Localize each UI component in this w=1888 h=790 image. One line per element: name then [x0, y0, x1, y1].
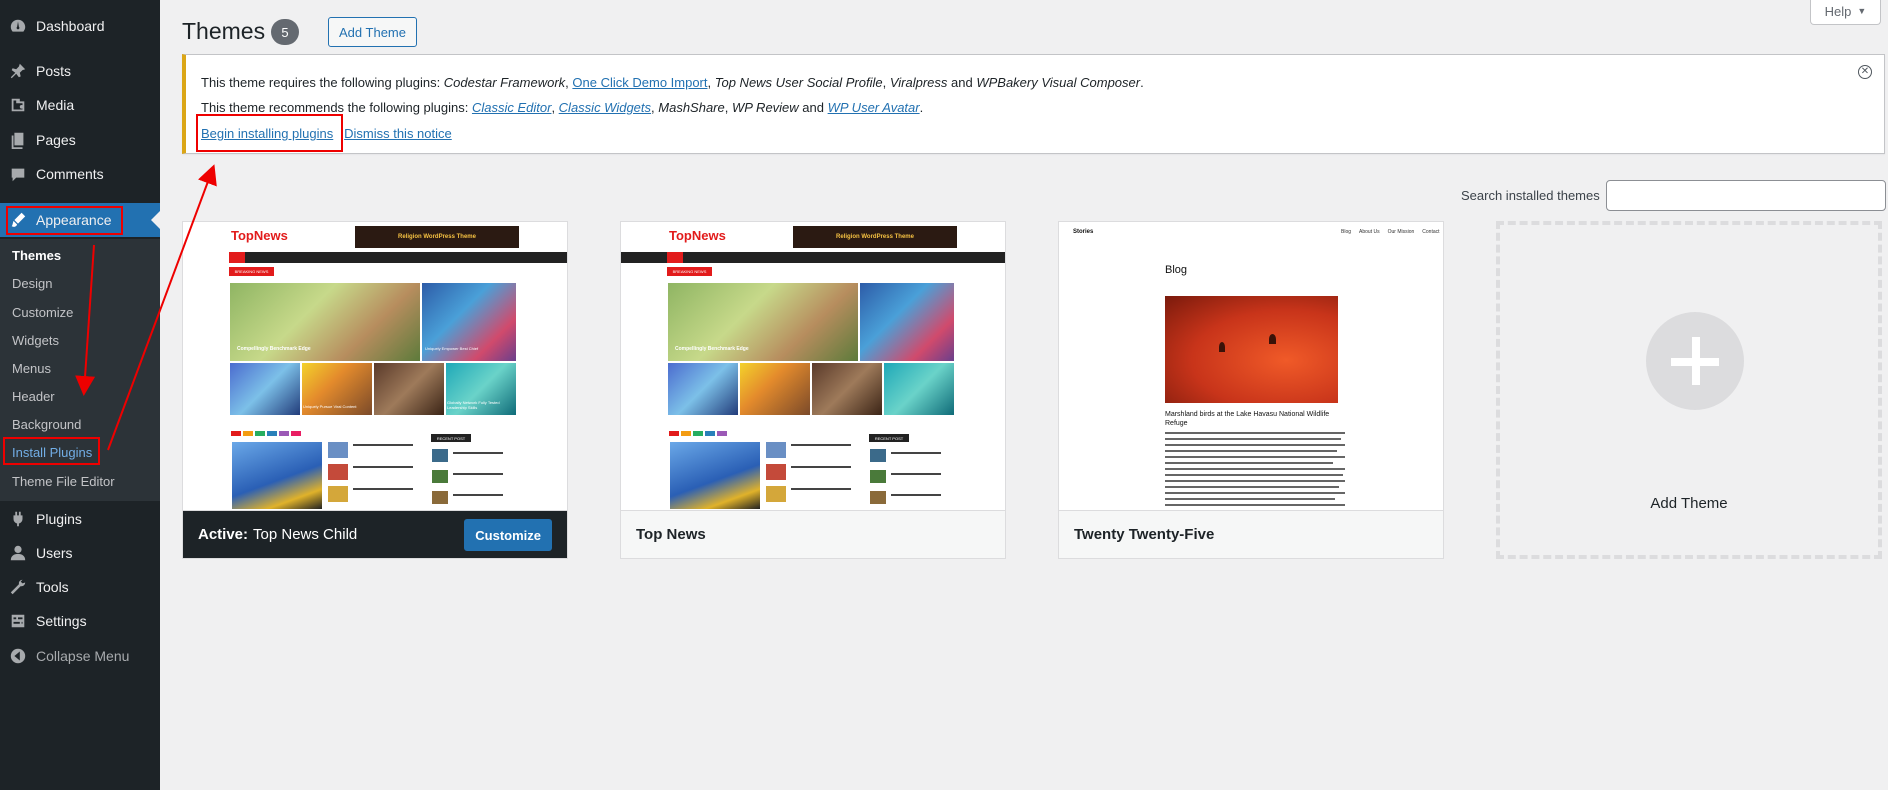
menu-label: Media — [36, 97, 75, 113]
preview-banner: Religion WordPress Theme — [793, 226, 957, 248]
plugin-link-classic-editor[interactable]: Classic Editor — [472, 100, 551, 115]
menu-media[interactable]: Media — [0, 88, 160, 122]
menu-dashboard[interactable]: Dashboard — [0, 9, 160, 43]
required-plugins-text: This theme requires the following plugin… — [201, 75, 1144, 90]
menu-plugins[interactable]: Plugins — [0, 502, 160, 536]
menu-label: Dashboard — [36, 18, 105, 34]
pin-icon — [0, 62, 36, 80]
wrench-icon — [0, 578, 36, 596]
menu-label: Pages — [36, 132, 76, 148]
dismiss-notice-link[interactable]: Dismiss this notice — [344, 126, 452, 141]
theme-card-top-news[interactable]: TopNews Religion WordPress Theme BREAKIN… — [620, 221, 1006, 559]
preview-headline: Uniquely Pursue Viral Content — [303, 404, 357, 409]
theme-name-bar: Twenty Twenty-Five — [1059, 510, 1443, 558]
media-icon — [0, 96, 36, 114]
submenu-theme-file-editor[interactable]: Theme File Editor — [12, 474, 115, 489]
begin-installing-plugins-link[interactable]: Begin installing plugins — [201, 126, 333, 141]
caret-down-icon: ▼ — [1857, 6, 1867, 16]
brush-icon — [0, 211, 36, 229]
submenu-install-plugins[interactable]: Install Plugins — [12, 445, 92, 460]
preview-headline: Compellingly Benchmark Edge — [675, 346, 749, 352]
search-label: Search installed themes — [1461, 188, 1600, 203]
theme-name: Top News — [636, 526, 706, 543]
menu-label: Tools — [36, 579, 69, 595]
menu-pages[interactable]: Pages — [0, 123, 160, 157]
menu-label: Plugins — [36, 511, 82, 527]
submenu-background[interactable]: Background — [12, 417, 81, 432]
menu-posts[interactable]: Posts — [0, 54, 160, 88]
page-title: Themes — [182, 18, 266, 44]
menu-label: Appearance — [36, 212, 112, 228]
submenu-widgets[interactable]: Widgets — [12, 333, 59, 348]
close-icon[interactable]: ✕ — [1858, 65, 1872, 79]
theme-screenshot: TopNews Religion WordPress Theme BREAKIN… — [183, 222, 567, 510]
menu-label: Settings — [36, 613, 87, 629]
theme-screenshot: Stories Blog About Us Our Mission Contact B… — [1059, 222, 1443, 510]
submenu-header[interactable]: Header — [12, 389, 55, 404]
preview-banner: Religion WordPress Theme — [355, 226, 519, 248]
plugin-link-one-click-demo-import[interactable]: One Click Demo Import — [572, 75, 707, 90]
help-tab[interactable]: Help ▼ — [1810, 0, 1881, 25]
submenu-customize[interactable]: Customize — [12, 305, 73, 320]
preview-recent: RECENT POST — [869, 434, 909, 442]
collapse-menu-button[interactable]: Collapse Menu — [0, 639, 160, 673]
preview-logo: TopNews — [231, 228, 288, 243]
menu-users[interactable]: Users — [0, 536, 160, 570]
menu-comments[interactable]: Comments — [0, 157, 160, 191]
add-theme-button[interactable]: Add Theme — [328, 17, 417, 47]
menu-label: Users — [36, 545, 73, 561]
user-icon — [0, 544, 36, 562]
submenu-menus[interactable]: Menus — [12, 361, 51, 376]
preview-nav: Blog About Us Our Mission Contact — [1341, 229, 1440, 235]
menu-label: Posts — [36, 63, 72, 79]
preview-logo: TopNews — [669, 228, 726, 243]
theme-screenshot: TopNews Religion WordPress Theme BREAKIN… — [621, 222, 1005, 510]
plugin-link-classic-widgets[interactable]: Classic Widgets — [559, 100, 651, 115]
menu-tools[interactable]: Tools — [0, 570, 160, 604]
menu-label: Collapse Menu — [36, 648, 130, 664]
theme-card-top-news-child[interactable]: TopNews Religion WordPress Theme BREAKIN… — [182, 221, 568, 559]
collapse-icon — [0, 647, 36, 665]
theme-name: Top News Child — [253, 526, 358, 543]
preview-heading: Blog — [1165, 264, 1188, 276]
help-label: Help — [1824, 3, 1852, 19]
preview-headline: Compellingly Benchmark Edge — [237, 346, 311, 352]
appearance-submenu: Themes Design Customize Widgets Menus He… — [0, 239, 160, 501]
preview-caption: Marshland birds at the Lake Havasu Natio… — [1165, 411, 1330, 427]
plug-icon — [0, 510, 36, 528]
plugin-link-wp-user-avatar[interactable]: WP User Avatar — [828, 100, 920, 115]
menu-label: Comments — [36, 166, 104, 182]
comments-icon — [0, 165, 36, 183]
settings-icon — [0, 612, 36, 630]
add-new-theme-card[interactable]: Add Theme — [1496, 221, 1882, 559]
customize-button[interactable]: Customize — [464, 519, 552, 551]
add-theme-label: Add Theme — [1650, 495, 1728, 512]
menu-settings[interactable]: Settings — [0, 604, 160, 638]
theme-name-bar: Active: Top News Child Customize — [183, 510, 567, 558]
tgmpa-notice: This theme requires the following plugin… — [182, 54, 1885, 154]
preview-recent: RECENT POST — [431, 434, 471, 442]
notice-actions: Begin installing plugins Dismiss this no… — [201, 126, 452, 141]
dashboard-icon — [0, 17, 36, 35]
theme-name-bar: Top News — [621, 510, 1005, 558]
search-themes-input[interactable] — [1606, 180, 1886, 211]
submenu-design[interactable]: Design — [12, 276, 52, 291]
preview-site-title: Stories — [1073, 229, 1094, 235]
submenu-themes[interactable]: Themes — [12, 248, 61, 263]
preview-breaking: BREAKING NEWS — [229, 267, 274, 276]
preview-headline: Globally Network Fully Tested Leadership… — [447, 400, 500, 410]
plus-icon — [1646, 312, 1744, 410]
preview-headline: Uniquely Empower Best Chief — [425, 346, 479, 351]
theme-name: Twenty Twenty-Five — [1074, 526, 1215, 543]
pages-icon — [0, 131, 36, 149]
menu-appearance[interactable]: Appearance — [0, 203, 160, 237]
theme-count-badge: 5 — [271, 19, 299, 45]
active-label: Active: — [198, 526, 249, 543]
recommended-plugins-text: This theme recommends the following plug… — [201, 100, 924, 115]
admin-sidebar: Dashboard Posts Media Pages Comments App… — [0, 0, 160, 790]
preview-breaking: BREAKING NEWS — [667, 267, 712, 276]
theme-card-twenty-twenty-five[interactable]: Stories Blog About Us Our Mission Contact B… — [1058, 221, 1444, 559]
